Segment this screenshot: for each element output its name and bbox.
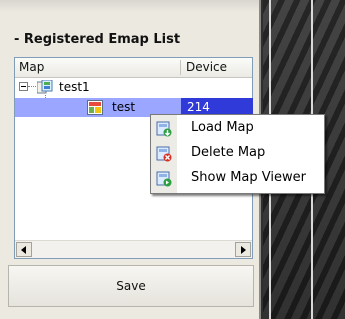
show-map-viewer-icon xyxy=(156,171,172,187)
menu-item-delete-map[interactable]: Delete Map xyxy=(151,142,324,166)
horizontal-scrollbar[interactable] xyxy=(15,240,252,258)
map-item-icon xyxy=(87,100,103,115)
save-button[interactable]: Save xyxy=(8,265,254,307)
menu-item-load-map[interactable]: Load Map xyxy=(151,117,324,141)
list-header: Map Device xyxy=(15,58,252,78)
load-map-icon xyxy=(156,121,172,137)
column-header-map[interactable]: Map xyxy=(19,60,44,74)
scroll-right-button[interactable] xyxy=(235,242,251,257)
delete-map-icon xyxy=(156,146,172,162)
tree-row-test1[interactable]: test1 xyxy=(15,78,252,97)
panel-top-strip xyxy=(0,0,259,12)
context-menu: Load Map Delete Map Show Map Viewer xyxy=(150,114,325,194)
section-title: - Registered Emap List xyxy=(14,32,181,47)
menu-item-label: Show Map Viewer xyxy=(191,170,306,185)
tree-label: test1 xyxy=(59,80,90,94)
column-header-device[interactable]: Device xyxy=(186,60,227,74)
tree-label: test xyxy=(112,100,136,114)
collapse-toggle[interactable] xyxy=(19,82,28,91)
menu-item-show-map-viewer[interactable]: Show Map Viewer xyxy=(151,167,324,191)
column-divider[interactable] xyxy=(180,60,181,75)
map-group-icon xyxy=(36,79,53,94)
scroll-left-button[interactable] xyxy=(16,242,32,257)
menu-item-label: Delete Map xyxy=(191,145,266,160)
menu-item-label: Load Map xyxy=(191,120,254,135)
device-value: 214 xyxy=(187,100,210,114)
tree-connector xyxy=(28,86,36,87)
